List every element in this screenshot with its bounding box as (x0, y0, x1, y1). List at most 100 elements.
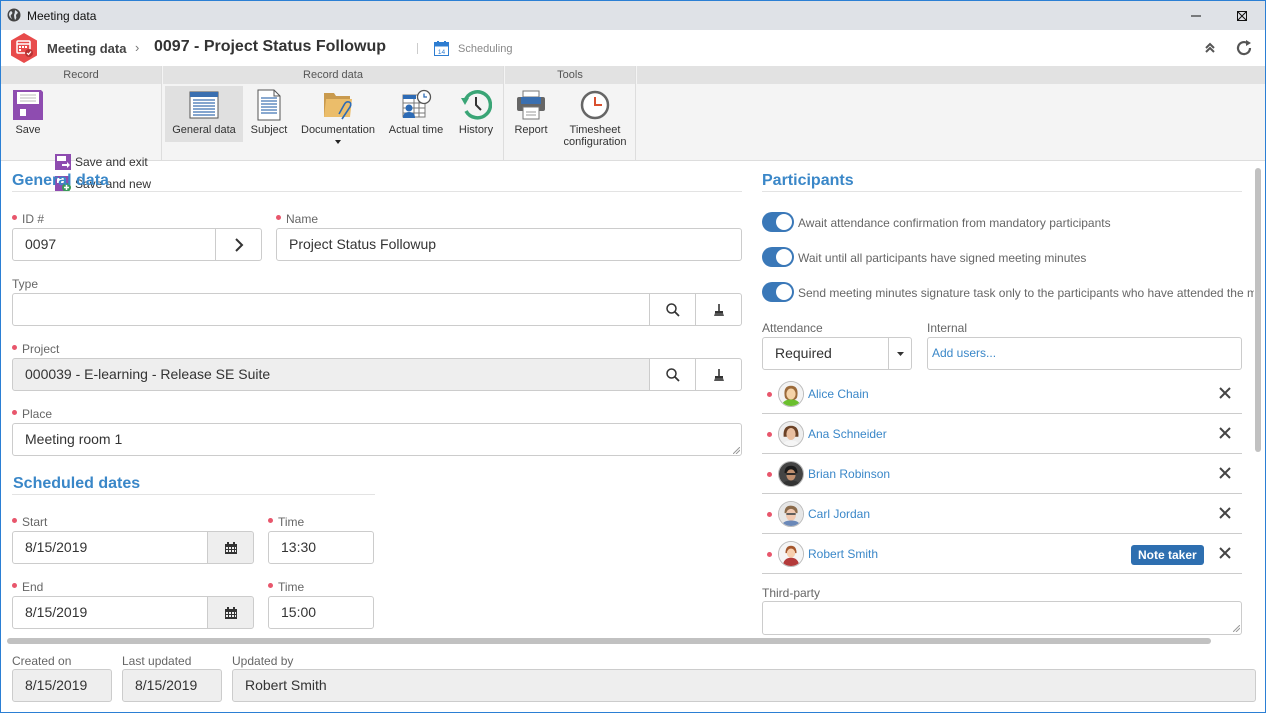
history-button[interactable]: History (453, 86, 499, 142)
attendance-select[interactable]: Required (762, 337, 890, 370)
internal-label: Internal (927, 321, 968, 335)
general-data-button[interactable]: General data (165, 86, 243, 142)
close-button[interactable] (1219, 1, 1265, 30)
end-date-label: End (12, 580, 43, 594)
last-updated-label: Last updated (122, 654, 192, 668)
participant-name[interactable]: Robert Smith (808, 547, 878, 561)
toggle-wait-signatures[interactable] (762, 247, 794, 267)
third-party-textarea[interactable] (762, 601, 1242, 635)
save-and-exit-label: Save and exit (75, 155, 148, 169)
type-input[interactable] (12, 293, 652, 326)
toggle-await-attendance-label: Await attendance confirmation from manda… (798, 216, 1111, 230)
section-title-general-data: General data (12, 172, 109, 189)
toggle-signature-attended-only-label: Send meeting minutes signature task only… (798, 286, 1254, 300)
created-on-label: Created on (12, 654, 72, 668)
ribbon-group-title: Tools (505, 66, 635, 84)
ribbon-toolbar: Record Save Save and exit Save and new R… (1, 66, 1265, 192)
updated-by-field: Robert Smith (232, 669, 1256, 702)
internal-users-input[interactable]: Add users... (927, 337, 1242, 370)
start-date-picker-button[interactable] (207, 531, 254, 564)
meeting-data-window: Meeting data Meeting data › 0097 - Proje… (0, 0, 1266, 713)
id-input[interactable]: 0097 (12, 228, 217, 261)
refresh-button[interactable] (1234, 38, 1254, 58)
end-date-input[interactable]: 8/15/2019 (12, 596, 210, 629)
actual-time-button[interactable]: Actual time (385, 86, 447, 142)
ribbon-group-title: Record data (163, 66, 503, 84)
toggle-await-attendance[interactable] (762, 212, 794, 232)
start-time-label: Time (268, 515, 304, 529)
module-scheduling-link[interactable]: Scheduling (458, 43, 512, 55)
participant-name[interactable]: Ana Schneider (808, 427, 887, 441)
type-label: Type (12, 277, 39, 291)
participant-name[interactable]: Brian Robinson (808, 467, 890, 481)
minimize-button[interactable] (1173, 1, 1219, 30)
place-textarea[interactable]: Meeting room 1 (12, 423, 742, 456)
document-icon (257, 89, 281, 121)
report-label: Report (514, 124, 548, 136)
calendar-icon: 14 (434, 41, 449, 56)
documentation-dropdown-button[interactable]: Documentation (297, 86, 379, 158)
report-button[interactable]: Report (509, 86, 553, 142)
id-next-button[interactable] (215, 228, 262, 261)
remove-participant-icon[interactable] (1218, 426, 1232, 440)
required-indicator (276, 215, 281, 221)
timesheet-configuration-button[interactable]: Timesheet configuration (557, 86, 633, 152)
documentation-label: Documentation (301, 124, 375, 136)
required-indicator (268, 583, 273, 589)
subject-button[interactable]: Subject (245, 86, 293, 142)
end-date-picker-button[interactable] (207, 596, 254, 629)
clock-icon (580, 90, 610, 120)
note-taker-badge: Note taker (1131, 545, 1204, 565)
project-input[interactable]: 000039 - E-learning - Release SE Suite (12, 358, 652, 391)
participant-name[interactable]: Alice Chain (808, 387, 869, 401)
svg-text:14: 14 (438, 49, 446, 56)
remove-participant-icon[interactable] (1218, 466, 1232, 480)
participant-name[interactable]: Carl Jordan (808, 507, 870, 521)
type-search-button[interactable] (649, 293, 696, 326)
attendance-dropdown-button[interactable] (888, 337, 912, 370)
page-title: 0097 - Project Status Followup (154, 38, 387, 55)
project-clear-button[interactable] (695, 358, 742, 391)
search-icon (665, 367, 680, 382)
broom-clear-icon (713, 303, 724, 316)
header-divider (417, 43, 418, 54)
required-indicator (12, 583, 17, 589)
resize-handle-icon[interactable] (733, 447, 740, 454)
resize-handle-icon[interactable] (1233, 625, 1240, 632)
save-label: Save (15, 124, 41, 136)
start-date-input[interactable]: 8/15/2019 (12, 531, 210, 564)
remove-participant-icon[interactable] (1218, 546, 1232, 560)
meeting-app-logo-icon (11, 33, 37, 63)
required-indicator (767, 512, 772, 517)
type-clear-button[interactable] (695, 293, 742, 326)
save-button[interactable]: Save (5, 86, 51, 142)
end-time-input[interactable]: 15:00 (268, 596, 374, 629)
start-time-input[interactable]: 13:30 (268, 531, 374, 564)
project-search-button[interactable] (649, 358, 696, 391)
collapse-header-button[interactable] (1200, 38, 1220, 58)
caret-down-icon (335, 140, 341, 144)
id-label: ID # (12, 212, 44, 226)
save-and-exit-button[interactable]: Save and exit (55, 153, 148, 171)
name-input[interactable]: Project Status Followup (276, 228, 742, 261)
required-indicator (767, 472, 772, 477)
section-divider (12, 191, 742, 192)
required-indicator (12, 215, 17, 221)
horizontal-scrollbar[interactable] (7, 638, 1211, 644)
vertical-scrollbar[interactable] (1255, 168, 1261, 452)
ribbon-empty-area (637, 66, 1265, 160)
toggle-label-clip: Send meeting minutes signature task only… (798, 286, 1254, 302)
start-date-label: Start (12, 515, 47, 529)
toggle-signature-attended-only[interactable] (762, 282, 794, 302)
refresh-icon (1236, 40, 1252, 56)
last-updated-field: 8/15/2019 (122, 669, 222, 702)
breadcrumb-meeting-data[interactable]: Meeting data (47, 41, 126, 56)
participant-row: Brian Robinson (762, 454, 1242, 494)
remove-participant-icon[interactable] (1218, 506, 1232, 520)
history-label: History (458, 124, 494, 136)
avatar (778, 501, 804, 527)
broom-clear-icon (713, 368, 724, 381)
participant-row: Alice Chain (762, 374, 1242, 414)
remove-participant-icon[interactable] (1218, 386, 1232, 400)
third-party-label: Third-party (762, 586, 821, 600)
